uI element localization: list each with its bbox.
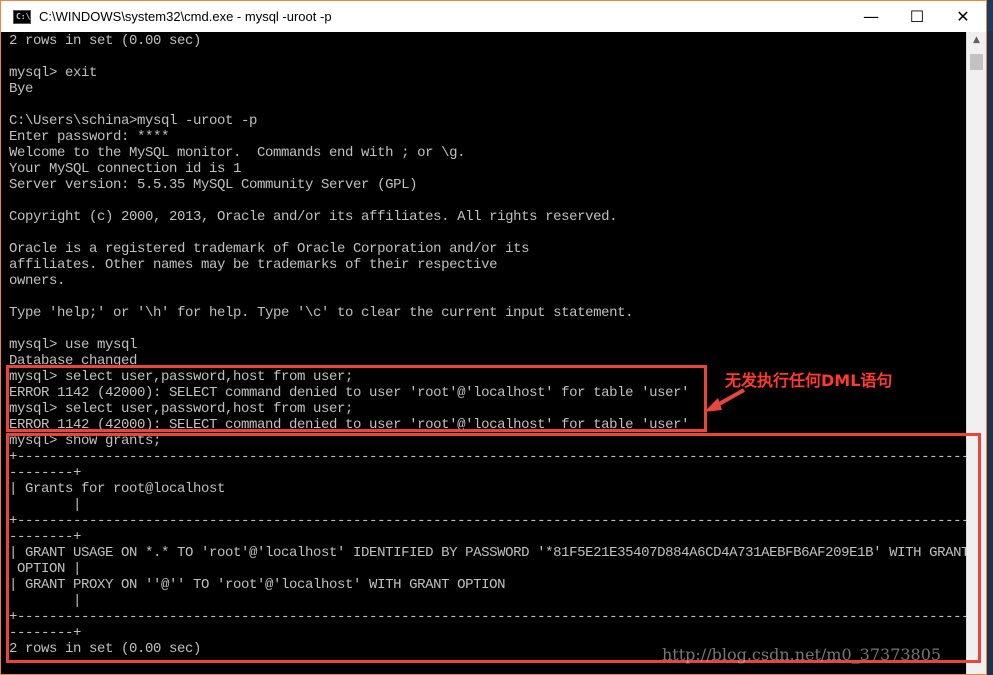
vertical-scrollbar[interactable]: ▲ [966, 32, 986, 674]
console-line: --------+ [9, 625, 82, 641]
console-line: +---------------------------------------… [9, 609, 967, 625]
console-line: C:\Users\schina>mysql -uroot -p [9, 113, 258, 129]
console-line: mysql> exit [9, 65, 98, 81]
console-line: ERROR 1142 (42000): SELECT command denie… [9, 417, 690, 433]
console-line: | Grants for root@localhost [9, 481, 226, 497]
console-line: | [9, 497, 82, 513]
console-line: Database changed [9, 353, 138, 369]
window-title: C:\WINDOWS\system32\cmd.exe - mysql -uro… [39, 9, 332, 24]
close-button[interactable]: ✕ [940, 1, 986, 32]
console-line: owners. [9, 273, 66, 289]
title-bar[interactable]: C:\ C:\WINDOWS\system32\cmd.exe - mysql … [1, 1, 986, 33]
console-line: Oracle is a registered trademark of Orac… [9, 241, 530, 257]
console-line: Server version: 5.5.35 MySQL Community S… [9, 177, 418, 193]
window-controls: — ☐ ✕ [848, 1, 986, 32]
console-line: Your MySQL connection id is 1 [9, 161, 242, 177]
console-line: mysql> select user,password,host from us… [9, 401, 354, 417]
console-line: | [9, 593, 82, 609]
annotation-label: 无发执行任何DML语句 [725, 371, 893, 390]
console-line: Enter password: **** [9, 129, 170, 145]
console-output[interactable]: 2 rows in set (0.00 sec) mysql> exit Bye C:… [1, 32, 967, 674]
maximize-button[interactable]: ☐ [894, 1, 940, 32]
console-line: ERROR 1142 (42000): SELECT command denie… [9, 385, 690, 401]
cmd-window: C:\ C:\WINDOWS\system32\cmd.exe - mysql … [0, 0, 987, 675]
console-line: Copyright (c) 2000, 2013, Oracle and/or … [9, 209, 618, 225]
console-line: --------+ [9, 529, 82, 545]
cmd-app-icon: C:\ [13, 9, 31, 24]
desktop-edge [987, 31, 993, 675]
console-line: mysql> show grants; [9, 433, 162, 449]
console-line: Bye [9, 81, 34, 97]
console-line: 2 rows in set (0.00 sec) [9, 641, 202, 657]
console-line: 2 rows in set (0.00 sec) [9, 33, 202, 49]
watermark: http://blog.csdn.net/m0_37373805 [662, 645, 942, 664]
console-line: affiliates. Other names may be trademark… [9, 257, 498, 273]
console-line: +---------------------------------------… [9, 513, 967, 529]
console-line: | GRANT USAGE ON *.* TO 'root'@'localhos… [9, 545, 967, 561]
scroll-up-arrow-icon[interactable]: ▲ [967, 32, 986, 49]
console-line: --------+ [9, 465, 82, 481]
console-line: mysql> use mysql [9, 337, 138, 353]
scroll-thumb[interactable] [970, 54, 983, 70]
minimize-button[interactable]: — [848, 1, 894, 32]
console-line: +---------------------------------------… [9, 449, 967, 465]
console-line: OPTION | [9, 561, 82, 577]
console-line: Type 'help;' or '\h' for help. Type '\c'… [9, 305, 634, 321]
console-line: | GRANT PROXY ON ''@'' TO 'root'@'localh… [9, 577, 506, 593]
console-line: mysql> select user,password,host from us… [9, 369, 354, 385]
console-line: Welcome to the MySQL monitor. Commands e… [9, 145, 466, 161]
